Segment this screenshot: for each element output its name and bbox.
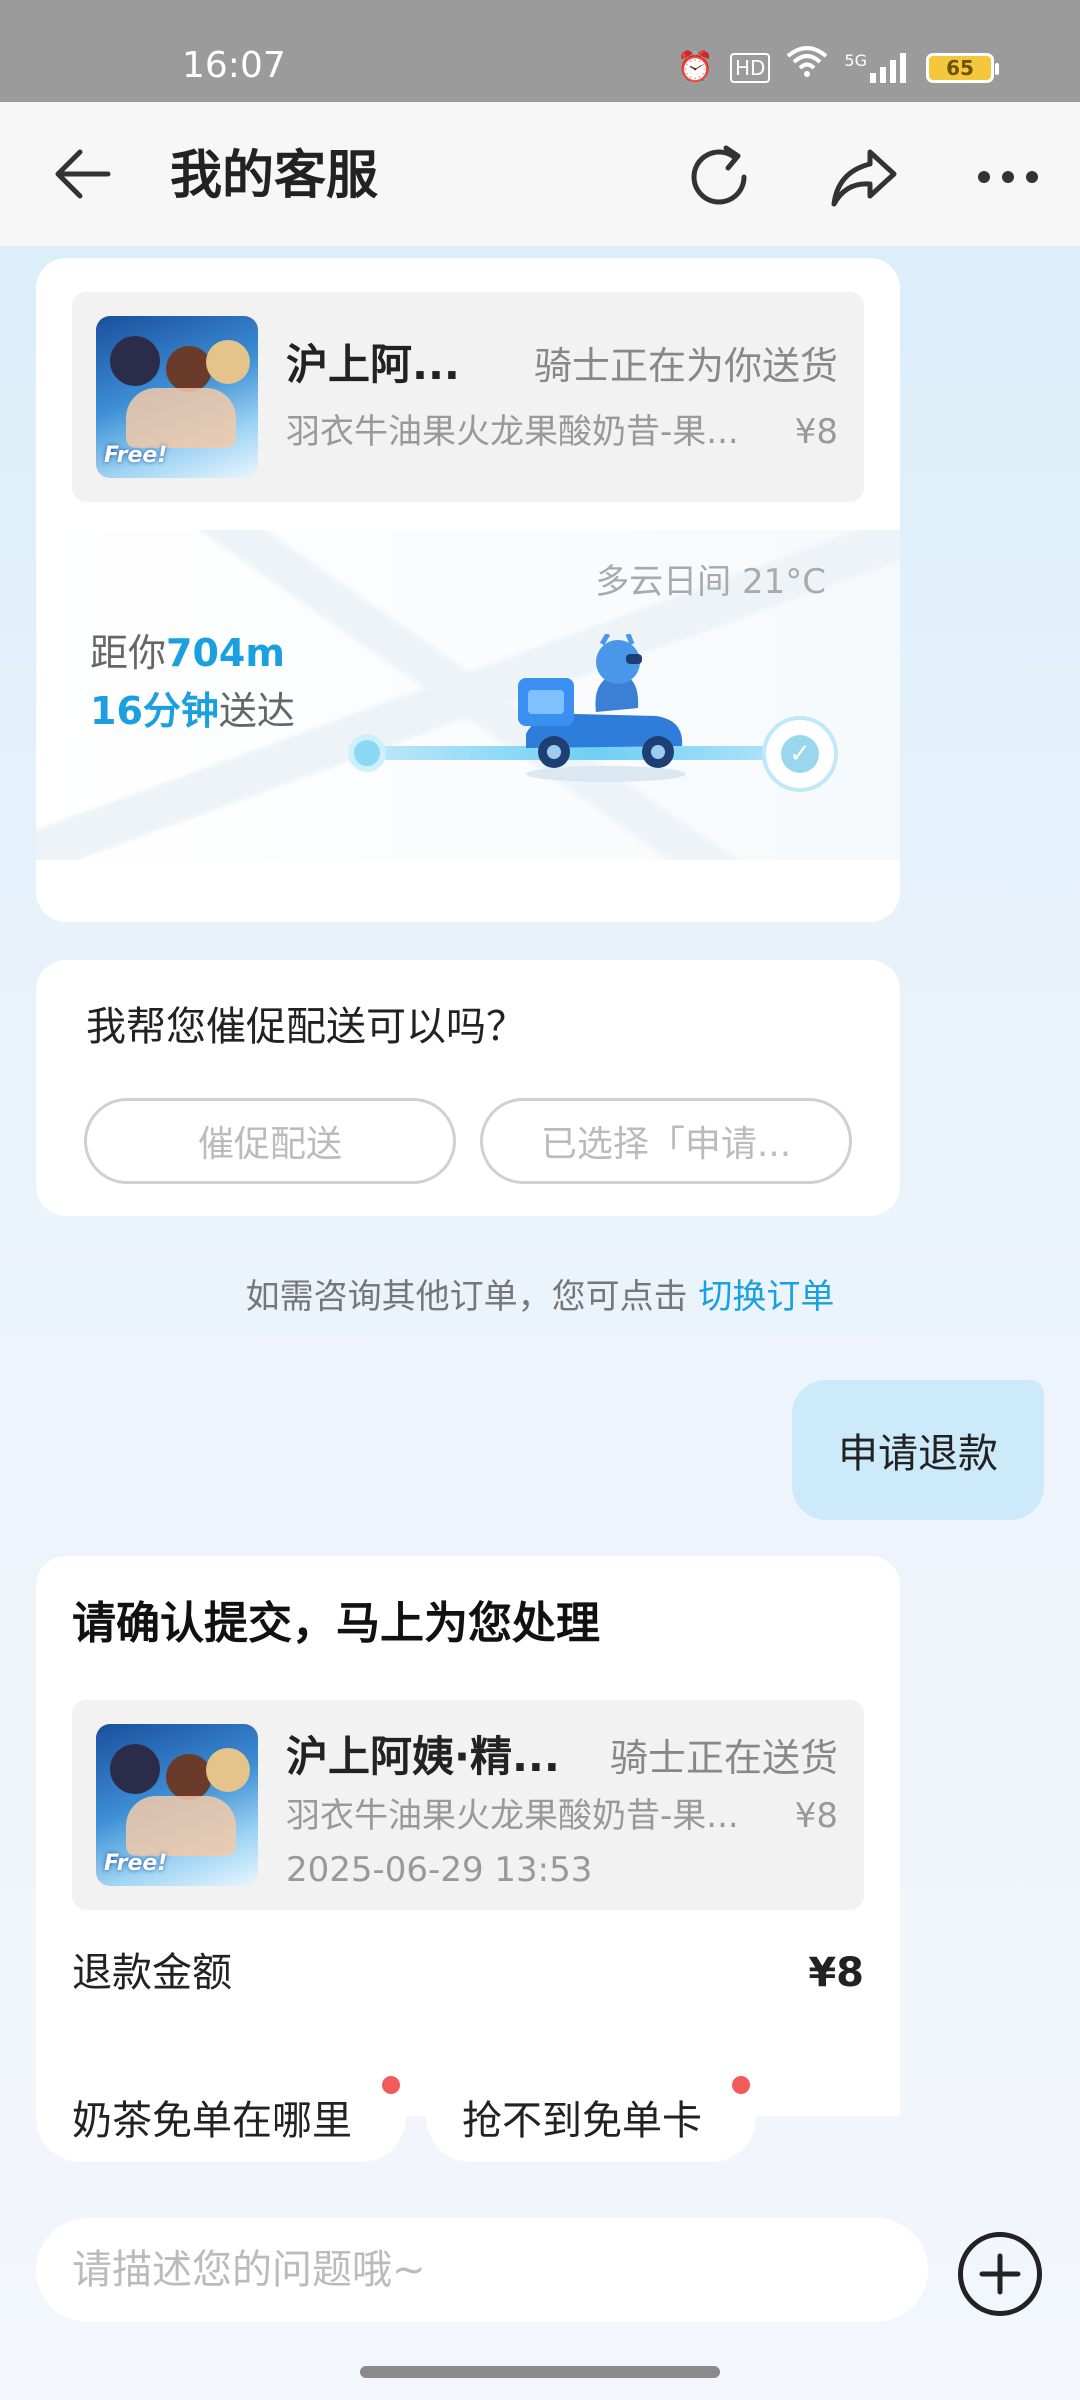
notification-dot (732, 2076, 750, 2094)
selected-refund-option[interactable]: 已选择「申请... (480, 1098, 852, 1184)
order-status: 骑士正在为你送货 (533, 344, 838, 388)
wifi-icon (786, 46, 828, 89)
alarm-icon: ⏰ (676, 49, 714, 85)
eta-text: 16分钟送达 (90, 689, 295, 733)
shop-name: 沪上阿... (286, 340, 460, 389)
product-thumbnail: Free! (96, 1724, 258, 1886)
order-status: 骑士正在送货 (609, 1736, 838, 1780)
distance-text: 距你704m (90, 631, 285, 675)
add-attachment-button[interactable] (958, 2232, 1042, 2316)
item-name: 羽衣牛油果火龙果酸奶昔-果... (286, 1796, 739, 1836)
urge-question: 我帮您催促配送可以吗？ (86, 1004, 526, 1050)
urge-delivery-button[interactable]: 催促配送 (84, 1098, 456, 1184)
signal-icon: 5G (844, 50, 910, 83)
message-input[interactable] (36, 2218, 928, 2322)
refund-amount-value: ¥8 (808, 1950, 864, 1996)
item-price: ¥8 (794, 412, 838, 452)
order-time: 2025-06-29 13:53 (286, 1850, 593, 1890)
more-button[interactable] (976, 142, 1040, 212)
refund-confirm-card: 请确认提交，马上为您处理 Free! 沪上阿姨·精... 骑士正在送货 羽衣牛油… (36, 1556, 900, 2116)
share-icon (831, 149, 897, 207)
user-message-bubble: 申请退款 (792, 1380, 1044, 1520)
quick-reply-chip[interactable]: 奶茶免单在哪里 (36, 2072, 406, 2162)
status-icons: ⏰ HD 5G 65 (676, 46, 999, 89)
status-bar: 16:07 ⏰ HD 5G 65 (0, 0, 1080, 102)
confirm-title: 请确认提交，马上为您处理 (72, 1598, 600, 1649)
delivery-map: 多云日间 21°C 距你704m 16分钟送达 ✓ (36, 530, 900, 860)
eta-value: 16分钟 (90, 689, 219, 733)
item-price: ¥8 (794, 1796, 838, 1836)
network-type: 5G (844, 50, 867, 70)
share-button[interactable] (828, 142, 900, 212)
order-summary[interactable]: Free! 沪上阿... 骑士正在为你送货 羽衣牛油果火龙果酸奶昔-果... ¥… (72, 292, 864, 502)
status-time: 16:07 (182, 45, 286, 86)
refresh-icon (691, 145, 747, 205)
refresh-button[interactable] (684, 142, 754, 212)
chip-label: 奶茶免单在哪里 (72, 2098, 352, 2144)
order-tracking-card: Free! 沪上阿... 骑士正在为你送货 羽衣牛油果火龙果酸奶昔-果... ¥… (36, 258, 900, 922)
more-icon (978, 171, 1038, 183)
destination-marker: ✓ (762, 716, 838, 792)
refund-amount-label: 退款金额 (72, 1950, 232, 1996)
back-button[interactable] (52, 146, 112, 202)
header-bar: 我的客服 (0, 102, 1080, 246)
confirm-order-summary[interactable]: Free! 沪上阿姨·精... 骑士正在送货 羽衣牛油果火龙果酸奶昔-果... … (72, 1700, 864, 1910)
arrow-left-icon (55, 149, 111, 199)
thumbnail-logo-text: Free! (104, 443, 168, 468)
quick-reply-chip[interactable]: 抢不到免单卡 (426, 2072, 756, 2162)
plus-icon (979, 2253, 1021, 2295)
switch-order-tip: 如需咨询其他订单，您可点击 切换订单 (245, 1277, 835, 1317)
item-name: 羽衣牛油果火龙果酸奶昔-果... (286, 412, 739, 452)
chip-label: 抢不到免单卡 (462, 2098, 702, 2144)
thumbnail-logo-text: Free! (104, 1851, 168, 1876)
notification-dot (382, 2076, 400, 2094)
shop-name: 沪上阿姨·精... (286, 1732, 560, 1781)
weather-text: 多云日间 21°C (595, 562, 826, 602)
hd-icon: HD (729, 52, 771, 83)
home-indicator[interactable] (360, 2366, 720, 2378)
battery-icon: 65 (926, 52, 999, 83)
urge-delivery-card: 我帮您催促配送可以吗？ 催促配送 已选择「申请... (36, 960, 900, 1216)
progress-start-dot (348, 734, 386, 772)
rider-scooter-icon (506, 632, 696, 784)
product-thumbnail: Free! (96, 316, 258, 478)
switch-order-link[interactable]: 切换订单 (698, 1277, 834, 1317)
page-title: 我的客服 (170, 146, 379, 206)
check-icon: ✓ (781, 735, 819, 773)
distance-value: 704m (166, 631, 285, 675)
